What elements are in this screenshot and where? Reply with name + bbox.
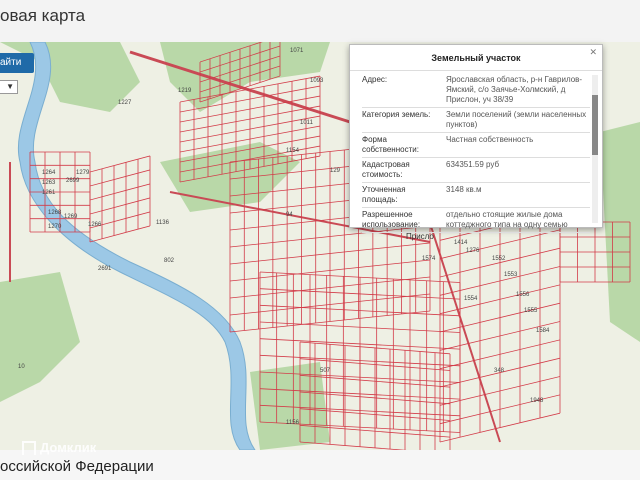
- section-title: оссийской Федерации: [0, 458, 154, 475]
- parcel-info-table: Адрес: Ярославская область, р-н Гаврилов…: [362, 73, 590, 233]
- parcel-label: 507: [320, 368, 331, 374]
- layer-select[interactable]: ▼: [0, 80, 18, 94]
- parcel-boundary: [90, 169, 150, 187]
- parcel-label: 1268: [48, 210, 62, 216]
- parcel-label: 1552: [492, 256, 506, 262]
- table-row: Разрешенное использование: отдельно стоя…: [362, 207, 590, 233]
- parcel-label: 1270: [48, 224, 62, 230]
- parcel-label: 129: [330, 168, 341, 174]
- parcel-label: 2699: [66, 178, 80, 184]
- parcel-label: 1156: [286, 420, 299, 426]
- parcel-label: 1948: [530, 398, 544, 404]
- place-label: Присло: [406, 232, 434, 241]
- forest-area: [600, 122, 640, 342]
- parcel-label: 348: [494, 368, 505, 374]
- parcel-label: 1556: [516, 292, 530, 298]
- parcel-label: 1554: [464, 296, 478, 302]
- parcel-boundary: [90, 225, 150, 243]
- parcel-label: 1584: [536, 328, 550, 334]
- scrollbar-thumb[interactable]: [592, 95, 598, 155]
- parcel-label: 1266: [88, 222, 102, 228]
- parcel-label: 2691: [98, 266, 112, 272]
- parcel-label: 1093: [310, 78, 324, 84]
- table-row: Категория земель: Земли поселений (земли…: [362, 107, 590, 133]
- river: [17, 42, 256, 450]
- parcel-label: 1071: [290, 48, 304, 54]
- parcel-label: 1227: [118, 100, 132, 106]
- page-title: овая карта: [0, 6, 86, 25]
- row-value: 3148 кв.м: [432, 182, 590, 208]
- house-icon: [22, 440, 36, 455]
- popup-title: Земельный участок: [350, 45, 602, 71]
- screen: овая карта 1071 1093 1227 1219 1011 1154…: [0, 0, 640, 480]
- parcel-boundary: [90, 183, 150, 201]
- parcel-label: 1263: [42, 180, 56, 186]
- parcel-label: 802: [164, 258, 175, 264]
- parcel-block: [89, 155, 151, 243]
- row-value: Частная собственность: [432, 132, 590, 158]
- row-value: Земли поселений (земли населенных пункто…: [432, 107, 590, 133]
- parcel-label: 1414: [454, 240, 468, 246]
- parcel-label: 1574: [422, 256, 436, 262]
- domclick-watermark: Домклик: [22, 440, 96, 455]
- parcel-label: 94: [286, 212, 293, 218]
- parcel-label: 1136: [156, 220, 169, 226]
- chevron-down-icon: ▼: [6, 82, 14, 91]
- table-row: Адрес: Ярославская область, р-н Гаврилов…: [362, 73, 590, 108]
- parcel-boundary: [90, 197, 150, 215]
- parcel-boundary: [90, 155, 150, 173]
- row-key: Разрешенное использование:: [362, 207, 432, 233]
- close-icon[interactable]: ✕: [589, 47, 597, 58]
- parcel-label: 1279: [76, 170, 90, 176]
- row-value: отдельно стоящие жилые дома коттеджного …: [432, 207, 590, 233]
- parcel-label: 1154: [286, 148, 299, 154]
- popup-scrollbar[interactable]: [592, 75, 598, 223]
- table-row: Уточненная площадь: 3148 кв.м: [362, 182, 590, 208]
- row-value: 634351.59 руб: [432, 157, 590, 183]
- parcel-label: 1269: [64, 214, 78, 220]
- find-button[interactable]: айти: [0, 53, 34, 73]
- parcel-label: 1553: [504, 272, 518, 278]
- watermark-text: Домклик: [40, 440, 97, 455]
- parcel-info-popup: Земельный участок ✕ Адрес: Ярославская о…: [349, 44, 603, 233]
- row-key: Уточненная площадь:: [362, 182, 432, 208]
- table-row: Форма собственности: Частная собственнос…: [362, 132, 590, 158]
- row-key: Категория земель:: [362, 107, 432, 133]
- row-key: Адрес:: [362, 73, 432, 108]
- table-row: Кадастровая стоимость: 634351.59 руб: [362, 157, 590, 183]
- parcel-label: 1011: [300, 120, 313, 126]
- parcel-label: 1555: [524, 308, 538, 314]
- parcel-label: 10: [18, 364, 25, 370]
- parcel-label: 1276: [466, 248, 480, 254]
- parcel-label: 1264: [42, 170, 56, 176]
- parcel-label: 1261: [42, 190, 56, 196]
- forest-area: [0, 272, 80, 402]
- row-key: Форма собственности:: [362, 132, 432, 158]
- row-key: Кадастровая стоимость:: [362, 157, 432, 183]
- parcel-label: 1219: [178, 88, 192, 94]
- parcel-block: [29, 151, 91, 233]
- row-value: Ярославская область, р-н Гаврилов-Ямский…: [432, 73, 590, 108]
